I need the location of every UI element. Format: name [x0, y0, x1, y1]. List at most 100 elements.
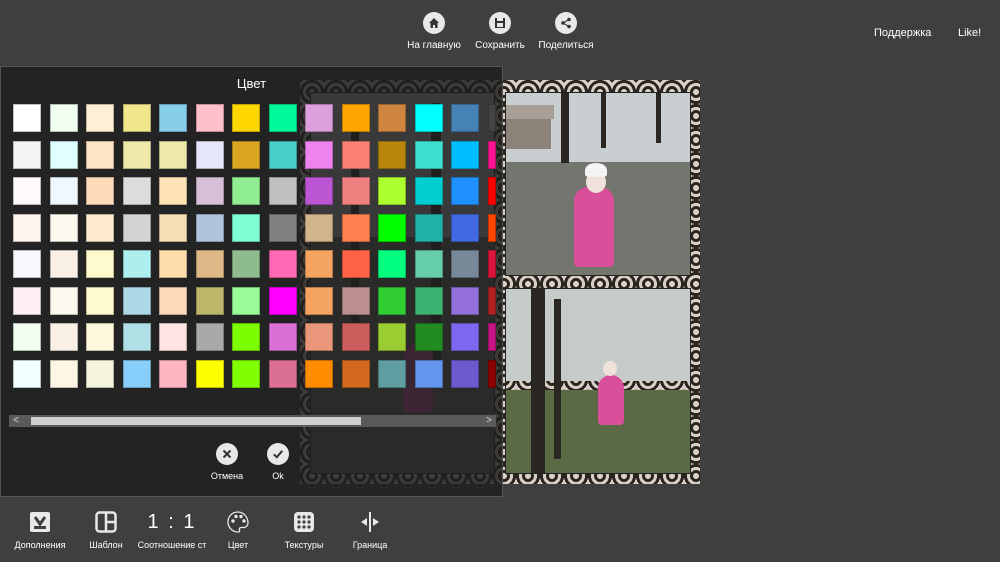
color-swatch[interactable] [86, 323, 114, 351]
color-swatch[interactable] [378, 250, 406, 278]
color-swatch-partial[interactable] [487, 250, 496, 278]
photo-slot-top-right[interactable] [505, 92, 691, 276]
color-swatch[interactable] [341, 177, 370, 205]
scroll-left-arrow[interactable]: < [9, 415, 23, 427]
color-swatch[interactable] [232, 104, 260, 132]
color-swatch[interactable] [232, 359, 260, 388]
color-swatch[interactable] [451, 250, 479, 278]
color-swatch-partial[interactable] [487, 213, 496, 242]
color-swatch[interactable] [159, 323, 187, 351]
color-swatch[interactable] [305, 359, 333, 388]
color-swatch[interactable] [232, 140, 260, 169]
color-swatch[interactable] [159, 213, 187, 242]
like-link[interactable]: Like! [958, 27, 981, 39]
color-swatch[interactable] [49, 140, 78, 169]
color-swatch[interactable] [232, 250, 260, 278]
color-swatch[interactable] [159, 359, 187, 388]
color-swatch[interactable] [122, 323, 151, 351]
color-swatch[interactable] [122, 286, 151, 315]
cancel-button[interactable]: Отмена [202, 443, 252, 481]
color-swatch[interactable] [341, 286, 370, 315]
color-swatch[interactable] [414, 213, 443, 242]
color-swatch[interactable] [122, 140, 151, 169]
color-swatch[interactable] [49, 250, 78, 278]
color-swatch-partial[interactable] [487, 359, 496, 388]
color-swatch[interactable] [268, 177, 297, 205]
color-swatch[interactable] [86, 286, 114, 315]
color-swatch[interactable] [268, 104, 297, 132]
color-swatch[interactable] [305, 140, 333, 169]
color-swatch[interactable] [414, 359, 443, 388]
color-swatch[interactable] [86, 359, 114, 388]
color-swatch[interactable] [13, 213, 41, 242]
color-swatch[interactable] [195, 177, 224, 205]
color-swatch[interactable] [86, 213, 114, 242]
color-swatch[interactable] [414, 104, 443, 132]
color-swatch[interactable] [195, 359, 224, 388]
color-swatch[interactable] [122, 359, 151, 388]
color-swatch[interactable] [232, 213, 260, 242]
color-swatch[interactable] [414, 323, 443, 351]
color-swatch[interactable] [86, 177, 114, 205]
color-swatch[interactable] [378, 104, 406, 132]
color-swatch[interactable] [378, 177, 406, 205]
color-swatch[interactable] [341, 359, 370, 388]
color-swatch[interactable] [378, 359, 406, 388]
color-swatch[interactable] [232, 177, 260, 205]
color-swatch[interactable] [13, 177, 41, 205]
color-swatch[interactable] [49, 104, 78, 132]
color-swatch[interactable] [305, 213, 333, 242]
color-swatch[interactable] [378, 286, 406, 315]
color-swatch-partial[interactable] [487, 104, 496, 132]
color-swatch[interactable] [49, 286, 78, 315]
color-swatch[interactable] [341, 250, 370, 278]
color-swatch[interactable] [341, 323, 370, 351]
color-swatch[interactable] [159, 140, 187, 169]
photo-slot-bottom-right[interactable] [505, 288, 691, 474]
color-swatch[interactable] [305, 286, 333, 315]
color-swatch[interactable] [305, 323, 333, 351]
share-button[interactable]: Поделиться [526, 12, 606, 51]
color-swatch[interactable] [159, 177, 187, 205]
color-swatch[interactable] [451, 177, 479, 205]
color-swatch[interactable] [195, 213, 224, 242]
color-swatch[interactable] [414, 140, 443, 169]
color-swatch[interactable] [13, 250, 41, 278]
color-swatch[interactable] [451, 140, 479, 169]
color-swatch[interactable] [305, 104, 333, 132]
color-swatch[interactable] [13, 359, 41, 388]
color-swatch[interactable] [414, 250, 443, 278]
color-swatch[interactable] [13, 140, 41, 169]
color-swatch[interactable] [86, 250, 114, 278]
color-swatch[interactable] [195, 104, 224, 132]
color-swatch[interactable] [49, 213, 78, 242]
color-swatch[interactable] [268, 323, 297, 351]
color-swatch[interactable] [305, 250, 333, 278]
ok-button[interactable]: Ok [253, 443, 303, 481]
color-swatch[interactable] [159, 104, 187, 132]
color-swatch[interactable] [341, 213, 370, 242]
color-swatch[interactable] [451, 323, 479, 351]
color-swatch[interactable] [341, 104, 370, 132]
color-swatch[interactable] [378, 213, 406, 242]
color-swatch[interactable] [159, 250, 187, 278]
color-swatch-partial[interactable] [487, 140, 496, 169]
color-swatch[interactable] [49, 359, 78, 388]
color-swatch[interactable] [13, 286, 41, 315]
color-swatch[interactable] [13, 104, 41, 132]
color-swatch[interactable] [195, 323, 224, 351]
color-swatch[interactable] [451, 359, 479, 388]
color-swatch-partial[interactable] [487, 286, 496, 315]
color-swatch[interactable] [122, 250, 151, 278]
color-swatch[interactable] [13, 323, 41, 351]
color-swatch[interactable] [122, 104, 151, 132]
color-swatch[interactable] [195, 140, 224, 169]
color-swatch[interactable] [86, 104, 114, 132]
color-swatch[interactable] [122, 177, 151, 205]
horizontal-scrollbar[interactable]: < > [9, 415, 496, 427]
color-swatch-partial[interactable] [487, 323, 496, 351]
support-link[interactable]: Поддержка [874, 27, 931, 39]
color-swatch[interactable] [86, 140, 114, 169]
scroll-thumb[interactable] [31, 417, 361, 425]
color-swatch[interactable] [451, 286, 479, 315]
